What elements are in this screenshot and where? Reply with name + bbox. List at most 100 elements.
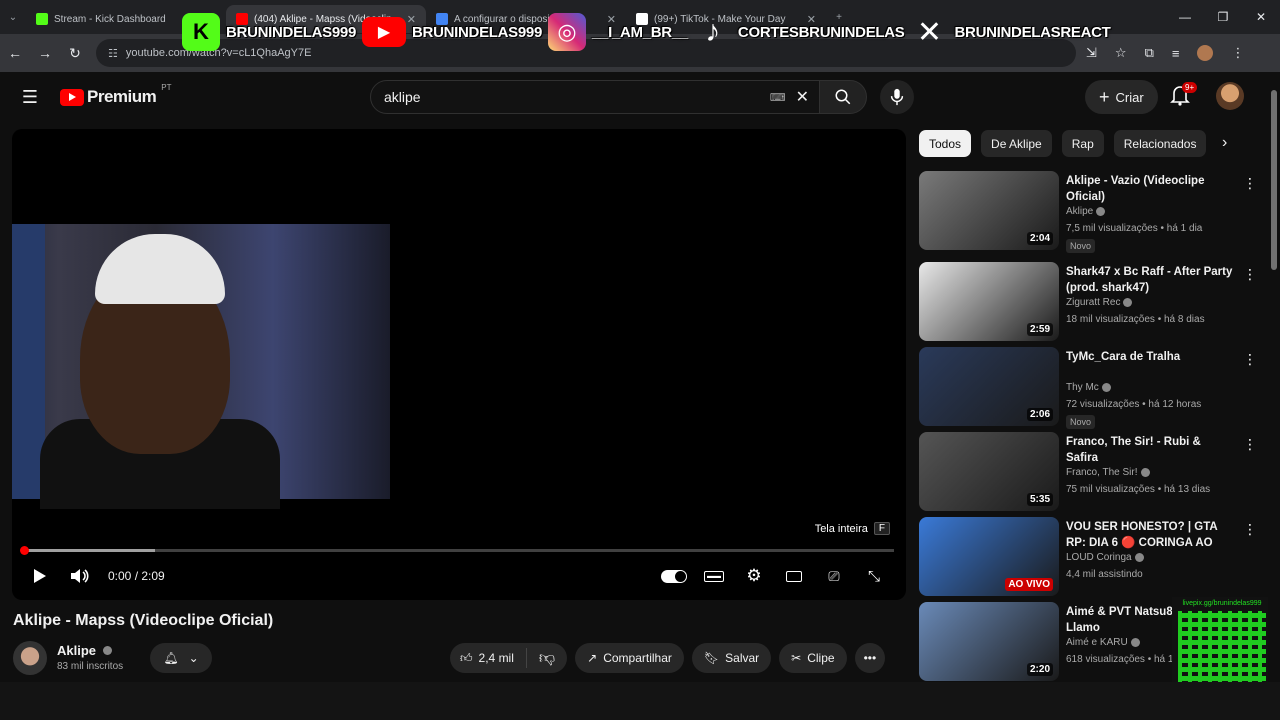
like-button[interactable]: 👍︎ 2,4 mil	[450, 648, 527, 668]
thumbs-up-icon: 👍︎	[460, 650, 473, 665]
chip-from-aklipe[interactable]: De Aklipe	[981, 130, 1052, 157]
forward-icon[interactable]: →	[30, 45, 60, 61]
scrollbar-thumb[interactable]	[1271, 90, 1277, 270]
chip-rap[interactable]: Rap	[1061, 130, 1104, 157]
recommendation-item[interactable]: 2:06 TyMc_Cara de Tralha Thy Mc 72 visualiz…	[919, 347, 1259, 429]
more-vertical-icon[interactable]: ⋮	[1243, 351, 1257, 368]
search-input[interactable]: aklipe ⌨ ✕	[370, 80, 820, 114]
recommendation-channel: Thy Mc	[1066, 382, 1111, 393]
recommendation-meta: 75 mil visualizações • há 13 dias	[1066, 484, 1211, 495]
chip-all[interactable]: Todos	[919, 130, 972, 157]
scrubber-handle[interactable]	[20, 546, 29, 555]
voice-search-button[interactable]	[880, 80, 914, 114]
like-count: 2,4 mil	[478, 651, 514, 665]
reload-icon[interactable]: ↻	[60, 45, 90, 62]
recommendation-title[interactable]: Franco, The Sir! - Rubi & Safira	[1066, 434, 1234, 466]
browser-menu-icon[interactable]: ⋮	[1231, 45, 1244, 61]
clip-button[interactable]: ✂ Clipe	[779, 643, 847, 673]
subtitles-button[interactable]: ▬▬	[694, 561, 734, 591]
duration-badge: 2:59	[1026, 323, 1053, 336]
youtube-premium-logo[interactable]: Premium PT	[60, 83, 171, 107]
like-dislike-group: 👍︎ 2,4 mil 👎︎	[450, 643, 568, 673]
recommendation-title[interactable]: Shark47 x Bc Raff - After Party (prod. s…	[1066, 264, 1234, 296]
extensions-icon[interactable]: ⧉	[1145, 45, 1154, 61]
fullscreen-tooltip: Tela inteira F	[815, 522, 890, 535]
user-avatar[interactable]	[1216, 82, 1244, 110]
video-player[interactable]: Tela inteira F 0:00 / 2:09 ▬▬ ⚙ ⎚ ⤡	[12, 129, 906, 600]
search-icon	[835, 89, 851, 105]
more-vertical-icon[interactable]: ⋮	[1243, 175, 1257, 192]
overlay-tiktok-handle: CORTESBRUNINDELAS	[737, 23, 905, 41]
page-scrollbar[interactable]	[1268, 72, 1280, 682]
notifications-button[interactable]: 9+	[1170, 82, 1198, 110]
recommendation-title[interactable]: Aklipe - Vazio (Videoclipe Oficial)	[1066, 173, 1234, 205]
overlay-x-handle: BRUNINDELASREACT	[954, 23, 1111, 41]
tab-search-icon[interactable]: ⌄	[0, 12, 26, 23]
more-vertical-icon[interactable]: ⋮	[1243, 521, 1257, 538]
recommendation-meta: 4,4 mil assistindo	[1066, 569, 1143, 580]
search-button[interactable]	[819, 80, 867, 114]
recommendation-item[interactable]: 5:35 Franco, The Sir! - Rubi & Safira Fran…	[919, 432, 1259, 512]
youtube-header: ☰ Premium PT aklipe ⌨ ✕ + Criar 9+	[0, 72, 1268, 122]
save-label: Salvar	[725, 651, 760, 665]
scissors-icon: ✂	[791, 651, 802, 665]
video-thumbnail[interactable]: AO VIVO	[919, 517, 1059, 596]
share-button[interactable]: ↗ Compartilhar	[575, 643, 684, 673]
settings-button[interactable]: ⚙	[734, 561, 774, 591]
progress-bar[interactable]	[20, 546, 894, 555]
profile-avatar[interactable]	[1197, 45, 1214, 61]
cast-icon: ⎚	[828, 567, 840, 584]
create-button[interactable]: + Criar	[1085, 80, 1158, 114]
more-actions-button[interactable]: •••	[854, 643, 886, 673]
recommendation-channel: LOUD Coringa	[1066, 552, 1144, 563]
recommendation-item[interactable]: 2:04 Aklipe - Vazio (Videoclipe Oficial) A…	[919, 171, 1259, 253]
more-vertical-icon[interactable]: ⋮	[1243, 266, 1257, 283]
autoplay-toggle[interactable]	[654, 561, 694, 591]
chip-related[interactable]: Relacionados	[1113, 130, 1207, 157]
overlay-x: ✕ BRUNINDELASREACT	[911, 13, 1111, 51]
x-logo-icon: ✕	[916, 15, 943, 49]
site-info-icon[interactable]: ☷	[108, 47, 118, 60]
volume-button[interactable]	[60, 561, 100, 591]
maximize-icon[interactable]: ❐	[1204, 0, 1242, 34]
video-thumbnail[interactable]: 2:06	[919, 347, 1059, 426]
tiktok-logo-icon: ♪	[705, 15, 721, 48]
chevron-right-icon[interactable]: ›	[1222, 134, 1227, 152]
theater-icon	[786, 570, 802, 582]
clear-search-icon[interactable]: ✕	[796, 87, 809, 107]
theater-mode-button[interactable]	[774, 561, 814, 591]
subscribed-button[interactable]: 🔔︎ ⌄	[150, 643, 212, 673]
verified-icon	[1123, 297, 1133, 307]
video-thumbnail[interactable]: 2:59	[919, 262, 1059, 341]
bookmark-star-icon[interactable]: ☆	[1115, 45, 1127, 61]
verified-icon	[1134, 552, 1144, 562]
overlay-instagram-handle: __I_AM_BR__	[592, 23, 688, 41]
minimize-icon[interactable]: —	[1166, 0, 1204, 34]
verified-icon	[1130, 637, 1140, 647]
hamburger-menu-icon[interactable]: ☰	[0, 87, 60, 108]
create-label: Criar	[1115, 89, 1144, 105]
save-button[interactable]: 🔖︎ Salvar	[691, 643, 772, 673]
channel-avatar[interactable]	[13, 641, 47, 675]
more-vertical-icon[interactable]: ⋮	[1243, 436, 1257, 453]
cast-button[interactable]: ⎚	[814, 561, 854, 591]
channel-name[interactable]: Aklipe	[57, 643, 113, 658]
video-thumbnail[interactable]: 2:20	[919, 602, 1059, 681]
recommendation-item[interactable]: AO VIVO VOU SER HONESTO? | GTA RP: DIA 6 …	[919, 517, 1259, 597]
recommendation-title[interactable]: TyMc_Cara de Tralha	[1066, 349, 1234, 365]
recommendation-meta: 18 mil visualizações • há 8 dias	[1066, 314, 1205, 325]
overlay-youtube-handle: BRUNINDELAS999	[412, 23, 542, 41]
video-thumbnail[interactable]: 5:35	[919, 432, 1059, 511]
bookmark-icon: 🔖︎	[703, 651, 720, 665]
fullscreen-button[interactable]: ⤡	[854, 561, 894, 591]
dislike-button[interactable]: 👎︎	[527, 649, 567, 668]
reading-list-icon[interactable]: ≡	[1172, 46, 1180, 61]
video-thumbnail[interactable]: 2:04	[919, 171, 1059, 250]
close-window-icon[interactable]: ✕	[1242, 0, 1280, 34]
more-horizontal-icon: •••	[863, 651, 877, 665]
back-icon[interactable]: ←	[0, 45, 30, 61]
play-button[interactable]	[20, 561, 60, 591]
recommendation-title[interactable]: VOU SER HONESTO? | GTA RP: DIA 6 🔴 CORIN…	[1066, 519, 1234, 551]
keyboard-icon[interactable]: ⌨	[770, 91, 786, 104]
recommendation-item[interactable]: 2:59 Shark47 x Bc Raff - After Party (pro…	[919, 262, 1259, 342]
